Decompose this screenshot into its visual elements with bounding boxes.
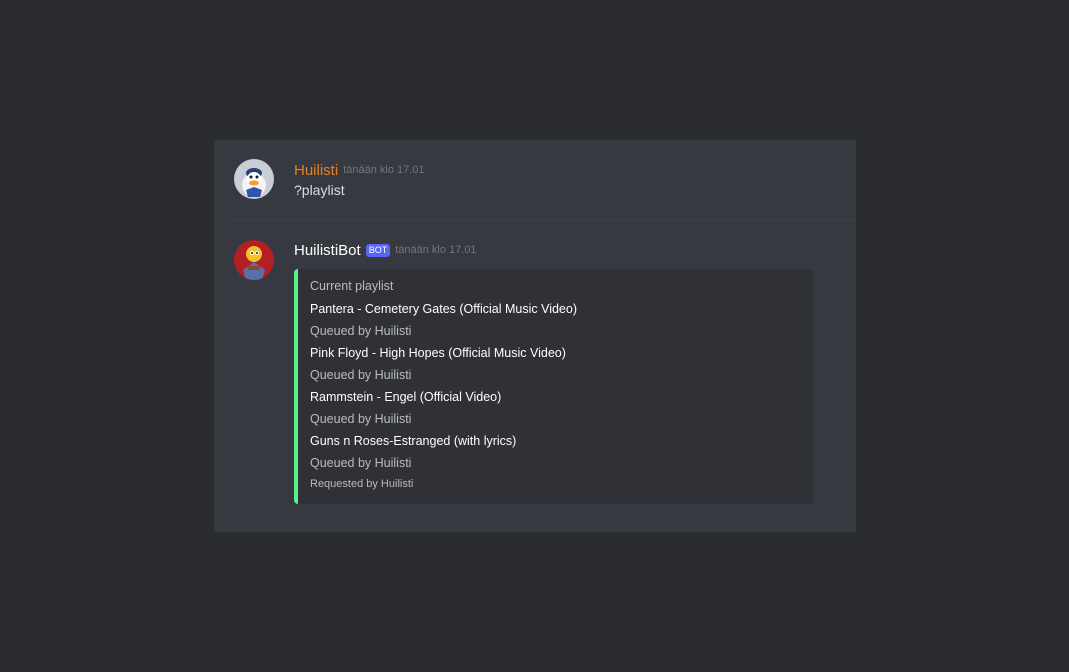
message-huilistibot: HuilistiBot BOT tänään klo 17.01 Current…: [214, 221, 856, 532]
message-header: HuilistiBot BOT tänään klo 17.01: [294, 240, 477, 260]
donald-duck-avatar-icon: [234, 159, 274, 199]
message-huilisti: Huilisti tänään klo 17.01 ?playlist: [214, 140, 856, 220]
track-queued-by: Queued by Huilisti: [310, 456, 412, 470]
message-content: ?playlist: [294, 182, 345, 198]
bot-avatar[interactable]: [234, 240, 274, 280]
username[interactable]: Huilisti: [294, 162, 338, 179]
track-queued-by: Queued by Huilisti: [310, 368, 412, 382]
playlist-embed: Current playlist Pantera - Cemetery Gate…: [294, 269, 814, 504]
embed-title: Current playlist: [310, 279, 394, 293]
embed-footer: Requested by Huilisti: [310, 478, 414, 490]
track-name: Rammstein - Engel (Official Video): [310, 390, 502, 404]
timestamp: tänään klo 17.01: [343, 164, 425, 176]
track-name: Pink Floyd - High Hopes (Official Music …: [310, 346, 566, 360]
username[interactable]: HuilistiBot: [294, 242, 361, 259]
track-name: Pantera - Cemetery Gates (Official Music…: [310, 302, 577, 316]
message-header: Huilisti tänään klo 17.01: [294, 160, 425, 180]
track-name: Guns n Roses-Estranged (with lyrics): [310, 434, 517, 448]
chat-panel: Huilisti tänään klo 17.01 ?playlist Huil…: [214, 140, 856, 532]
bot-tag: BOT: [365, 243, 391, 257]
timestamp: tänään klo 17.01: [395, 244, 477, 256]
track-queued-by: Queued by Huilisti: [310, 324, 412, 338]
user-avatar[interactable]: [234, 159, 274, 199]
bot-character-avatar-icon: [234, 240, 274, 280]
track-queued-by: Queued by Huilisti: [310, 412, 412, 426]
